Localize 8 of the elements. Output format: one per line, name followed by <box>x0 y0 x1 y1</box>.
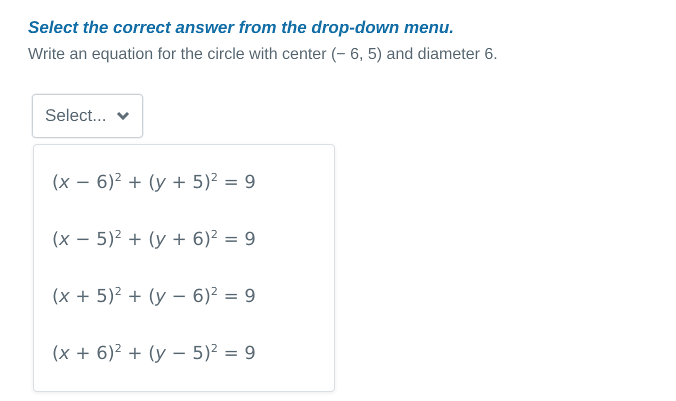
chevron-icon <box>116 111 130 121</box>
dropdown-option[interactable]: (x − 6)$^{2}$ + (y + 5)$^{2}$ = 9 <box>34 153 334 210</box>
instruction-text: Select the correct answer from the drop-down menu. <box>28 18 456 38</box>
answer-dropdown[interactable]: Select... <box>32 94 144 138</box>
dropdown-option[interactable]: (x + 6)$^{2}$ + (y − 5)$^{2}$ = 9 <box>34 324 334 381</box>
dropdown-option[interactable]: (x + 5)$^{2}$ + (y − 6)$^{2}$ = 9 <box>34 267 334 324</box>
question-text: Write an equation for the circle with center (− 6, 5) and diameter 6. <box>28 46 499 64</box>
dropdown-option[interactable]: (x − 5)$^{2}$ + (y + 6)$^{2}$ = 9 <box>34 210 334 267</box>
